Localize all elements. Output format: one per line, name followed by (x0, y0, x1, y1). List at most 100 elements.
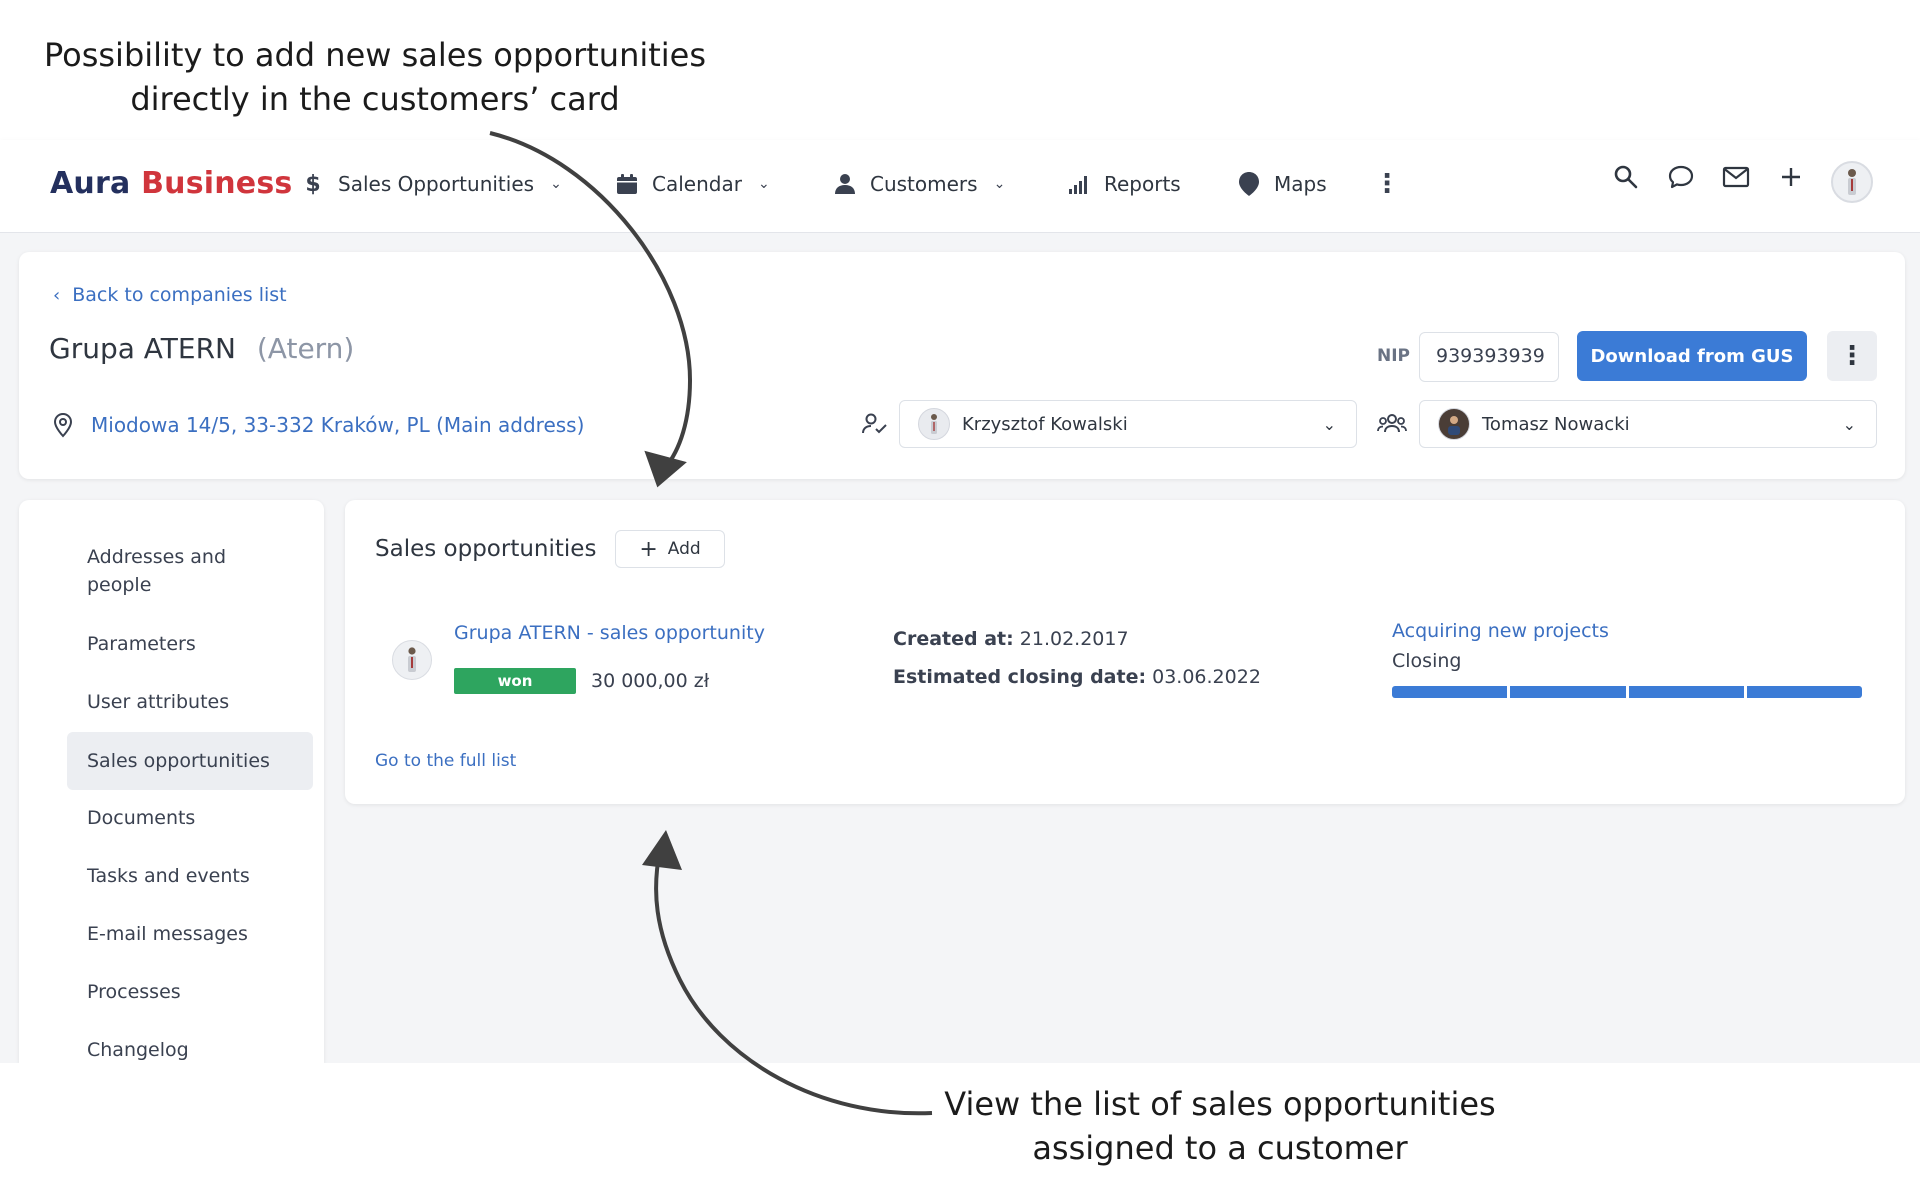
top-annotation-line2: directly in the customers’ card (130, 80, 620, 118)
back-link-label: Back to companies list (72, 284, 287, 306)
chat-button[interactable] (1664, 160, 1698, 194)
progress-segment (1392, 686, 1508, 698)
bottom-annotation-line2: assigned to a customer (1032, 1129, 1408, 1167)
nav-more-button[interactable]: ⋮ (1374, 164, 1400, 204)
process-progress-bar (1392, 686, 1862, 698)
owner-select[interactable]: Krzysztof Kowalski ⌄ (899, 400, 1357, 448)
dollar-icon: $ (305, 171, 321, 197)
sidebar-item-label: Addresses and (87, 546, 227, 568)
nav-reports-label: Reports (1104, 172, 1181, 196)
progress-segment (1628, 686, 1744, 698)
sidebar-item-user-attributes[interactable]: User attributes (67, 688, 313, 716)
mail-icon (1722, 166, 1750, 188)
more-vertical-icon: ⋮ (1374, 169, 1400, 199)
chat-bubble-icon (1668, 165, 1694, 189)
opportunity-owner-avatar (392, 640, 432, 680)
sidebar-item-parameters[interactable]: Parameters (67, 630, 313, 658)
chevron-down-icon: ⌄ (993, 176, 1006, 192)
location-pin-icon (53, 412, 73, 438)
top-annotation-line1: Possibility to add new sales opportuniti… (43, 36, 707, 74)
nav-sales-opportunities-label: Sales Opportunities (338, 172, 535, 196)
sidebar-item-processes[interactable]: Processes (67, 978, 313, 1006)
created-at-label: Created at: (893, 628, 1014, 650)
company-title: Grupa ATERN (Atern) (49, 332, 354, 365)
header-more-button[interactable]: ⋮ (1827, 331, 1877, 381)
nip-value: 939393939 (1436, 345, 1545, 367)
opportunity-name-link[interactable]: Grupa ATERN - sales opportunity (454, 622, 765, 644)
user-icon (832, 171, 858, 197)
bottom-annotation-overlay: View the list of sales opportunities ass… (940, 1082, 1500, 1170)
go-to-full-list-link[interactable]: Go to the full list (375, 751, 516, 771)
map-pin-icon (1236, 171, 1262, 197)
chevron-down-icon: ⌄ (550, 176, 562, 192)
download-from-gus-button[interactable]: Download from GUS (1577, 331, 1807, 381)
sidebar-item-sales-opportunities[interactable]: Sales opportunities (67, 732, 313, 790)
sidebar-item-label: Parameters (87, 633, 196, 655)
add-button-label: Add (667, 539, 701, 559)
sidebar-item-label: Sales opportunities (87, 750, 270, 772)
closing-date-value: 03.06.2022 (1152, 666, 1261, 688)
process-name-link[interactable]: Acquiring new projects (1392, 620, 1609, 642)
user-check-icon (862, 413, 887, 434)
sidebar-item-label: Tasks and events (87, 865, 250, 887)
team-member-avatar (1438, 408, 1470, 440)
sidebar-item-documents[interactable]: Documents (67, 804, 313, 832)
sidebar-item-email-messages[interactable]: E-mail messages (67, 920, 313, 948)
back-to-companies-link[interactable]: ‹ Back to companies list (53, 284, 287, 306)
sidebar-item-label: Changelog (87, 1039, 189, 1061)
section-title: Sales opportunities (375, 536, 597, 562)
user-avatar[interactable] (1831, 161, 1873, 203)
progress-segment (1746, 686, 1862, 698)
estimated-closing-date: Estimated closing date: 03.06.2022 (893, 666, 1261, 688)
sidebar-item-label: Documents (87, 807, 196, 829)
company-address[interactable]: Miodowa 14/5, 33-332 Kraków, PL (Main ad… (53, 412, 584, 438)
owner-name: Krzysztof Kowalski (962, 413, 1128, 435)
sales-opportunities-card: Sales opportunities + Add Grupa ATERN - … (345, 500, 1905, 804)
company-header-card: ‹ Back to companies list Grupa ATERN (At… (19, 252, 1905, 479)
plus-icon: + (639, 536, 658, 562)
nav-calendar-label: Calendar (652, 172, 742, 196)
sidebar-item-label: Processes (87, 981, 181, 1003)
search-icon (1614, 165, 1638, 189)
company-short-name: (Atern) (256, 332, 355, 365)
bottom-annotation-line1: View the list of sales opportunities (944, 1085, 1496, 1123)
plus-icon (1782, 168, 1800, 186)
chevron-down-icon: ⌄ (1842, 414, 1856, 434)
nav-maps-label: Maps (1274, 172, 1327, 196)
sidebar-item-label: E-mail messages (87, 923, 248, 945)
nav-maps[interactable]: Maps (1236, 164, 1327, 204)
chevron-left-icon: ‹ (53, 284, 61, 306)
status-badge: won (454, 668, 576, 694)
nav-customers[interactable]: Customers ⌄ (832, 164, 1005, 204)
nip-input[interactable]: 939393939 (1419, 332, 1559, 382)
sidebar-item-changelog[interactable]: Changelog (67, 1036, 313, 1064)
brand-logo-part2: Business (141, 166, 293, 201)
closing-date-label: Estimated closing date: (893, 666, 1147, 688)
person-silhouette-icon (1848, 169, 1856, 195)
nav-reports[interactable]: Reports (1066, 164, 1181, 204)
nip-label: NIP (1377, 346, 1411, 366)
sidebar-item-label: User attributes (87, 691, 230, 713)
search-button[interactable] (1609, 160, 1643, 194)
add-new-button[interactable] (1774, 160, 1808, 194)
sidebar-item-tasks-and-events[interactable]: Tasks and events (67, 862, 313, 890)
brand-logo[interactable]: Aura Business (50, 166, 292, 201)
team-icon (1377, 414, 1407, 433)
nav-calendar[interactable]: Calendar ⌄ (614, 164, 770, 204)
progress-segment (1510, 686, 1626, 698)
sidebar-card: Addresses and people Parameters User att… (19, 500, 324, 1063)
team-member-select[interactable]: Tomasz Nowacki ⌄ (1419, 400, 1877, 448)
owner-icon (861, 412, 889, 440)
more-vertical-icon: ⋮ (1839, 341, 1865, 371)
created-at-value: 21.02.2017 (1019, 628, 1129, 650)
mail-button[interactable] (1719, 160, 1753, 194)
created-at: Created at: 21.02.2017 (893, 628, 1129, 650)
add-opportunity-button[interactable]: + Add (615, 530, 725, 568)
company-address-label: Miodowa 14/5, 33-332 Kraków, PL (Main ad… (91, 413, 585, 437)
chevron-down-icon: ⌄ (757, 176, 770, 192)
sidebar-item-addresses-and-people[interactable]: Addresses and people (67, 543, 313, 599)
nav-sales-opportunities[interactable]: $ Sales Opportunities ⌄ (300, 164, 562, 204)
owner-avatar (918, 408, 950, 440)
sidebar-item-label: people (87, 574, 152, 596)
company-name: Grupa ATERN (49, 332, 236, 365)
